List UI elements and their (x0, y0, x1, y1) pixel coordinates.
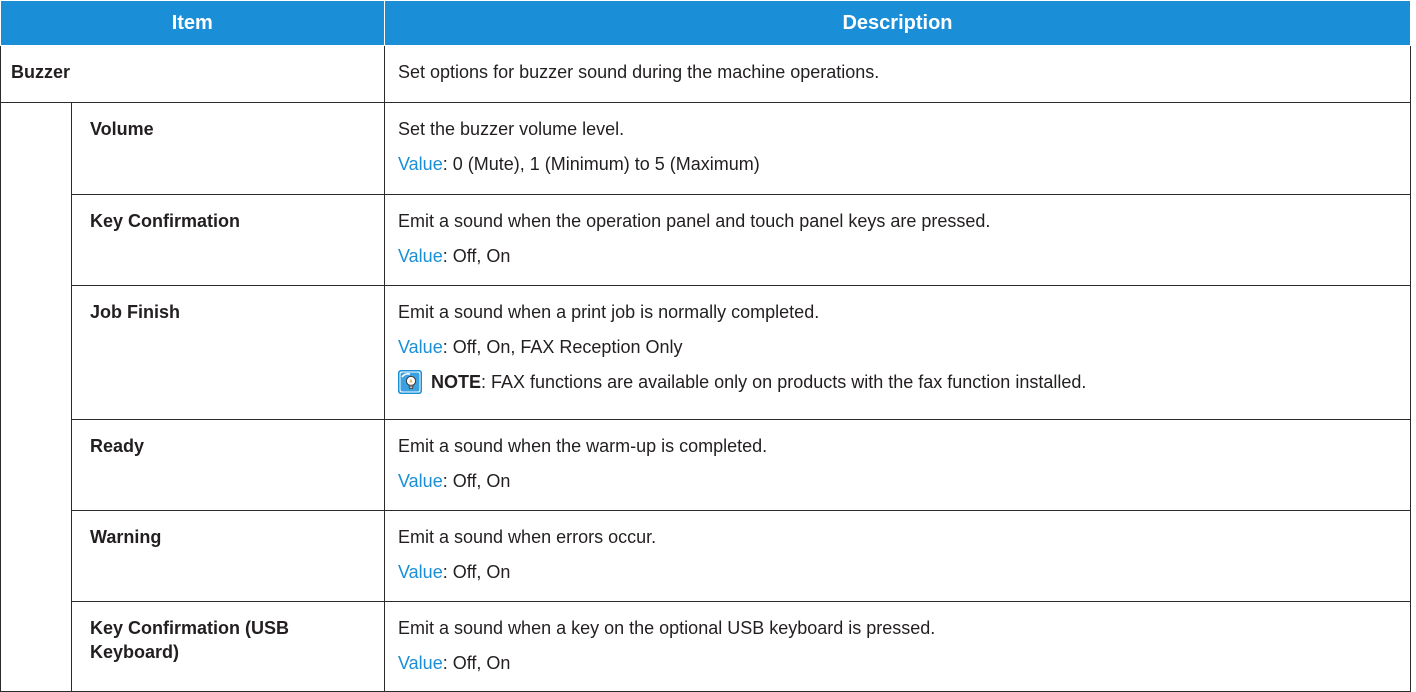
item-cell: Volume (71, 102, 385, 195)
desc-cell: Emit a sound when the warm-up is complet… (384, 419, 1411, 511)
value-line: Value: 0 (Mute), 1 (Minimum) to 5 (Maxim… (398, 152, 1398, 176)
note-lightbulb-icon (398, 370, 422, 394)
value-text: : Off, On (442, 246, 511, 266)
item-label: Warning (90, 527, 162, 547)
value-text: : 0 (Mute), 1 (Minimum) to 5 (Maximum) (442, 154, 760, 174)
desc-cell: Emit a sound when the operation panel an… (384, 194, 1411, 286)
item-label: Key Confirmation (USB Keyboard) (90, 618, 290, 662)
item-label-buzzer: Buzzer (11, 62, 71, 82)
value-label: Value (398, 471, 443, 491)
item-cell: Warning (71, 510, 385, 602)
value-text: : Off, On (442, 653, 511, 673)
value-label: Value (398, 246, 443, 266)
item-cell: Ready (71, 419, 385, 511)
item-label: Ready (90, 436, 145, 456)
description-text: Emit a sound when a key on the optional … (398, 618, 936, 638)
indent-cell (0, 102, 72, 692)
item-cell: Key Confirmation (71, 194, 385, 286)
table-row: Key Confirmation (USB Keyboard) Emit a s… (1, 601, 1411, 692)
item-cell: Key Confirmation (USB Keyboard) (71, 601, 385, 692)
value-text: : Off, On (442, 471, 511, 491)
header-description: Description (384, 0, 1411, 46)
value-line: Value: Off, On (398, 469, 1398, 493)
table-row: Volume Set the buzzer volume level. Valu… (0, 102, 1411, 692)
item-label: Key Confirmation (90, 211, 241, 231)
item-label: Job Finish (90, 302, 180, 322)
table-header-row: Item Description (0, 0, 1411, 46)
value-label: Value (398, 337, 443, 357)
settings-table: Item Description Buzzer Set options for … (0, 0, 1411, 692)
note-line: NOTE: FAX functions are available only o… (398, 370, 1398, 394)
note-text: : FAX functions are available only on pr… (481, 372, 1087, 392)
note-content: NOTE: FAX functions are available only o… (431, 370, 1086, 394)
desc-cell-buzzer: Set options for buzzer sound during the … (384, 45, 1411, 103)
item-cell-buzzer: Buzzer (0, 45, 385, 103)
value-text: : Off, On, FAX Reception Only (442, 337, 683, 357)
value-line: Value: Off, On, FAX Reception Only (398, 335, 1398, 359)
table-row: Key Confirmation Emit a sound when the o… (1, 194, 1411, 286)
value-line: Value: Off, On (398, 244, 1398, 268)
table-row: Job Finish Emit a sound when a print job… (1, 285, 1411, 420)
item-label: Volume (90, 119, 154, 139)
description-text: Set the buzzer volume level. (398, 119, 625, 139)
desc-cell: Emit a sound when errors occur. Value: O… (384, 510, 1411, 602)
table-row: Warning Emit a sound when errors occur. … (1, 510, 1411, 602)
header-item: Item (0, 0, 385, 46)
description-text: Emit a sound when a print job is normall… (398, 302, 820, 322)
description-text: Set options for buzzer sound during the … (398, 62, 880, 82)
desc-cell: Emit a sound when a key on the optional … (384, 601, 1411, 692)
table-row-buzzer: Buzzer Set options for buzzer sound duri… (0, 45, 1411, 103)
desc-cell: Emit a sound when a print job is normall… (384, 285, 1411, 420)
description-text: Emit a sound when the operation panel an… (398, 211, 991, 231)
item-cell: Job Finish (71, 285, 385, 420)
value-text: : Off, On (442, 562, 511, 582)
value-label: Value (398, 562, 443, 582)
desc-cell: Set the buzzer volume level. Value: 0 (M… (384, 102, 1411, 195)
description-text: Emit a sound when the warm-up is complet… (398, 436, 768, 456)
note-label: NOTE (431, 372, 482, 392)
value-line: Value: Off, On (398, 651, 1398, 675)
value-line: Value: Off, On (398, 560, 1398, 584)
table-row: Ready Emit a sound when the warm-up is c… (1, 419, 1411, 511)
description-text: Emit a sound when errors occur. (398, 527, 657, 547)
value-label: Value (398, 653, 443, 673)
value-label: Value (398, 154, 443, 174)
